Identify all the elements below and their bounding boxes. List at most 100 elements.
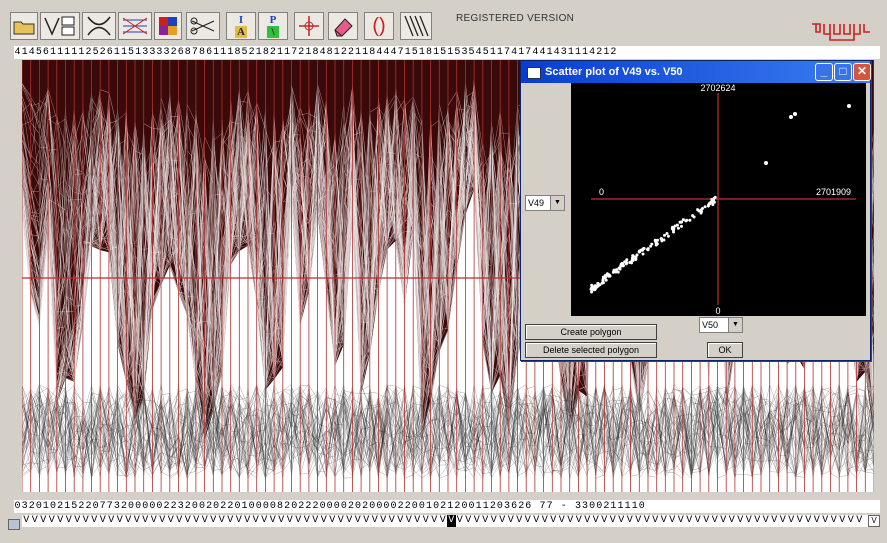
variable-toggle[interactable]: V [813, 515, 822, 527]
variable-toggle[interactable]: V [600, 515, 609, 527]
variable-toggle[interactable]: V [405, 515, 414, 527]
variable-toggle[interactable]: V [192, 515, 201, 527]
crosshair-button[interactable] [294, 12, 324, 40]
variable-toggle[interactable]: V [728, 515, 737, 527]
delete-selected-polygon-button[interactable]: Delete selected polygon [525, 342, 657, 358]
variable-toggle[interactable]: V [150, 515, 159, 527]
variable-toggle[interactable]: V [847, 515, 856, 527]
variable-toggle[interactable]: V [277, 515, 286, 527]
variable-toggle[interactable]: V [116, 515, 125, 527]
y-variable-select[interactable]: V49 ▼ [525, 195, 565, 211]
variable-toggle[interactable]: V [22, 515, 31, 527]
open-folder-button[interactable] [10, 12, 38, 40]
variable-toggle[interactable]: V [345, 515, 354, 527]
variable-toggle[interactable]: V [371, 515, 380, 527]
variable-toggle[interactable]: V [609, 515, 618, 527]
variable-toggle[interactable]: V [804, 515, 813, 527]
variable-toggle[interactable]: V [354, 515, 363, 527]
variable-toggle[interactable]: V [736, 515, 745, 527]
variable-toggle[interactable]: V [694, 515, 703, 527]
variable-toggle[interactable]: V [175, 515, 184, 527]
scatter-plot-area[interactable]: 2702624 0 2701909 0 [571, 83, 866, 316]
lines-button[interactable] [400, 12, 432, 40]
minimize-button[interactable]: _ [815, 63, 833, 81]
variable-toggle[interactable]: V [226, 515, 235, 527]
variable-toggle[interactable]: V [770, 515, 779, 527]
eraser-button[interactable] [328, 12, 358, 40]
variable-toggle[interactable]: V [201, 515, 210, 527]
variable-toggle[interactable]: V [328, 515, 337, 527]
color-grid-button[interactable] [154, 12, 182, 40]
variable-toggle[interactable]: V [719, 515, 728, 527]
variable-toggle[interactable]: V [481, 515, 490, 527]
variable-toggle[interactable]: V [473, 515, 482, 527]
variable-toggle[interactable]: V [838, 515, 847, 527]
maximize-button[interactable]: □ [834, 63, 852, 81]
variable-toggle[interactable]: V [65, 515, 74, 527]
axes-button[interactable] [118, 12, 152, 40]
variable-toggle[interactable]: V [124, 515, 133, 527]
variable-toggle[interactable]: V [286, 515, 295, 527]
variable-toggle[interactable]: V [762, 515, 771, 527]
close-button[interactable]: ✕ [853, 63, 871, 81]
variable-toggle[interactable]: V [532, 515, 541, 527]
variable-toggle[interactable]: V [583, 515, 592, 527]
variable-toggle[interactable]: V [303, 515, 312, 527]
i-a-button[interactable]: I A [226, 12, 256, 40]
variable-toggle[interactable]: V [524, 515, 533, 527]
variable-select-button[interactable] [40, 12, 80, 40]
variable-toggle[interactable]: V [90, 515, 99, 527]
variable-toggle[interactable]: V [634, 515, 643, 527]
scissors-button[interactable] [186, 12, 220, 40]
variable-toggle[interactable]: V [422, 515, 431, 527]
variable-toggle[interactable]: V [337, 515, 346, 527]
variable-toggle[interactable]: V [464, 515, 473, 527]
variable-toggle[interactable]: V [413, 515, 422, 527]
variable-toggle[interactable]: V [167, 515, 176, 527]
variable-strip-end-button[interactable]: V [868, 515, 880, 527]
variable-toggle[interactable]: V [643, 515, 652, 527]
variable-toggle[interactable]: V [379, 515, 388, 527]
variable-toggle[interactable]: V [396, 515, 405, 527]
variable-toggle[interactable]: V [82, 515, 91, 527]
window-title-bar[interactable]: Scatter plot of V49 vs. V50 _ □ ✕ [521, 61, 871, 83]
variable-toggle[interactable]: V [31, 515, 40, 527]
variable-toggle[interactable]: V [218, 515, 227, 527]
variable-toggle[interactable]: V [668, 515, 677, 527]
variable-toggle[interactable]: V [56, 515, 65, 527]
variable-toggle[interactable]: V [269, 515, 278, 527]
p-slash-button[interactable]: P \ [258, 12, 288, 40]
variable-toggle[interactable]: V [439, 515, 448, 527]
variable-toggle[interactable]: V [235, 515, 244, 527]
variable-toggle[interactable]: V [184, 515, 193, 527]
variable-toggle[interactable]: V [490, 515, 499, 527]
variable-toggle[interactable]: V [745, 515, 754, 527]
variable-toggle[interactable]: V [549, 515, 558, 527]
parens-button[interactable]: () [364, 12, 394, 40]
variable-toggle[interactable]: V [787, 515, 796, 527]
variable-toggle[interactable]: V [651, 515, 660, 527]
variable-toggle[interactable]: V [626, 515, 635, 527]
variable-toggle[interactable]: V [430, 515, 439, 527]
variable-toggle[interactable]: V [294, 515, 303, 527]
variable-toggle[interactable]: V [99, 515, 108, 527]
variable-toggle[interactable]: V [311, 515, 320, 527]
variable-toggle[interactable]: V [541, 515, 550, 527]
variable-toggle[interactable]: V [133, 515, 142, 527]
variable-toggle[interactable]: V [821, 515, 830, 527]
variable-toggle[interactable]: V [158, 515, 167, 527]
variable-toggle[interactable]: V [711, 515, 720, 527]
variable-toggle[interactable]: V [592, 515, 601, 527]
variable-selector-strip[interactable]: VVVVVVVVVVVVVVVVVVVVVVVVVVVVVVVVVVVVVVVV… [22, 515, 868, 527]
create-polygon-button[interactable]: Create polygon [525, 324, 657, 340]
variable-toggle[interactable]: V [48, 515, 57, 527]
variable-toggle[interactable]: V [685, 515, 694, 527]
variable-toggle[interactable]: V [73, 515, 82, 527]
scatter-canvas[interactable]: 2702624 0 2701909 0 [571, 83, 866, 316]
variable-toggle[interactable]: V [779, 515, 788, 527]
variable-toggle[interactable]: V [753, 515, 762, 527]
variable-toggle[interactable]: V [39, 515, 48, 527]
variable-toggle[interactable]: V [243, 515, 252, 527]
variable-toggle[interactable]: V [141, 515, 150, 527]
variable-toggle[interactable]: V [362, 515, 371, 527]
